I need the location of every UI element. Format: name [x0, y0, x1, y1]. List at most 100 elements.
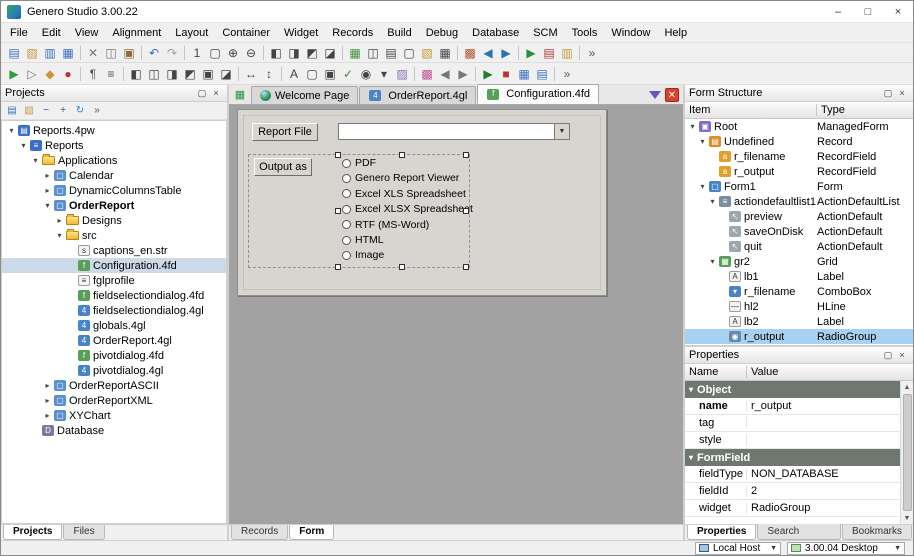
paste-icon[interactable]: ▣: [120, 44, 138, 61]
toolbar-overflow-1-icon[interactable]: »: [583, 44, 601, 61]
record-last-icon[interactable]: ▶: [454, 65, 472, 82]
editor-tab-form[interactable]: Form: [289, 525, 335, 540]
project-item-XYChart[interactable]: ▸ ▢ XYChart: [2, 408, 226, 423]
form-view-icon[interactable]: ▤: [533, 65, 551, 82]
widget-label-icon[interactable]: A: [285, 65, 303, 82]
project-item-fieldselectiondialog.4fd[interactable]: f fieldselectiondialog.4fd: [2, 288, 226, 303]
structure-item-quit[interactable]: ↖ quit ActionDefault: [685, 239, 913, 254]
output-as-label-widget[interactable]: Output as: [254, 158, 312, 176]
expander-icon[interactable]: ▾: [18, 141, 29, 150]
radio-option-pdf[interactable]: PDF: [342, 157, 376, 169]
panel-overflow-icon[interactable]: »: [89, 103, 105, 118]
radio-option-genero-report-viewer[interactable]: Genero Report Viewer: [342, 172, 459, 184]
align-bottom-icon[interactable]: ◪: [217, 65, 235, 82]
property-row-name[interactable]: name r_output: [685, 398, 913, 415]
properties-tab-properties[interactable]: Properties: [687, 525, 757, 540]
selection-handle[interactable]: [399, 264, 405, 270]
insert-group-icon[interactable]: ▢: [400, 44, 418, 61]
refresh-project-icon[interactable]: ↻: [72, 103, 88, 118]
structure-item-saveOnDisk[interactable]: ↖ saveOnDisk ActionDefault: [685, 224, 913, 239]
widget-checkbox-icon[interactable]: ✓: [339, 65, 357, 82]
property-row-tag[interactable]: tag: [685, 415, 913, 432]
collapse-all-icon[interactable]: −: [38, 103, 54, 118]
stop-badge-icon[interactable]: ■: [497, 65, 515, 82]
scroll-thumb[interactable]: [902, 394, 912, 511]
scroll-down-icon[interactable]: ▼: [901, 512, 914, 524]
widget-button-icon[interactable]: ▣: [321, 65, 339, 82]
project-item-OrderReport[interactable]: ▾ ▢ OrderReport: [2, 198, 226, 213]
report-file-combobox[interactable]: ▼: [338, 123, 570, 140]
desktop-dropdown-icon[interactable]: ▼: [894, 545, 901, 552]
filter-icon[interactable]: [649, 91, 661, 99]
editor-list-icon[interactable]: ▦: [232, 86, 248, 102]
editor-tab-welcome-page[interactable]: Welcome Page: [251, 86, 359, 104]
expander-icon[interactable]: ▸: [42, 186, 53, 195]
radio-option-html[interactable]: HTML: [342, 234, 384, 246]
structure-item-preview[interactable]: ↖ preview ActionDefault: [685, 209, 913, 224]
line-numbers-icon[interactable]: ≡: [102, 65, 120, 82]
save-file-icon[interactable]: ▥: [41, 44, 59, 61]
project-item-pivotdialog.4gl[interactable]: 4 pivotdialog.4gl: [2, 363, 226, 378]
combobox-dropdown-icon[interactable]: ▼: [554, 124, 569, 139]
structure-item-Root[interactable]: ▾ ▣ Root ManagedForm: [685, 119, 913, 134]
project-item-globals.4gl[interactable]: 4 globals.4gl: [2, 318, 226, 333]
menu-records[interactable]: Records: [325, 25, 380, 41]
expander-icon[interactable]: ▾: [30, 156, 41, 165]
property-value[interactable]: NON_DATABASE: [747, 468, 913, 480]
scroll-up-icon[interactable]: ▲: [901, 381, 914, 393]
project-item-OrderReportASCII[interactable]: ▸ ▢ OrderReportASCII: [2, 378, 226, 393]
align-bottom-edges-icon[interactable]: ◪: [321, 44, 339, 61]
properties-scrollbar[interactable]: ▲ ▼: [900, 381, 913, 524]
project-item-fglprofile[interactable]: ≡ fglprofile: [2, 273, 226, 288]
column-type[interactable]: Type: [817, 104, 845, 116]
project-item-Applications[interactable]: ▾ Applications: [2, 153, 226, 168]
expander-icon[interactable]: ▸: [42, 411, 53, 420]
menu-window[interactable]: Window: [604, 25, 657, 41]
menu-layout[interactable]: Layout: [168, 25, 215, 41]
menu-widget[interactable]: Widget: [277, 25, 325, 41]
menu-build[interactable]: Build: [380, 25, 418, 41]
radio-option-image[interactable]: Image: [342, 249, 384, 261]
project-item-Database[interactable]: D Database: [2, 423, 226, 438]
close-panel-button[interactable]: ×: [209, 87, 223, 100]
make-executable-icon[interactable]: ▶: [522, 44, 540, 61]
project-item-Designs[interactable]: ▸ Designs: [2, 213, 226, 228]
new-file-icon[interactable]: ▤: [5, 44, 23, 61]
align-top-edges-icon[interactable]: ◩: [303, 44, 321, 61]
record-next-icon[interactable]: ▶: [497, 44, 515, 61]
structure-item-hl2[interactable]: — hl2 HLine: [685, 299, 913, 314]
same-width-icon[interactable]: ↔: [242, 65, 260, 82]
expander-icon[interactable]: ▾: [687, 122, 698, 131]
structure-item-lb2[interactable]: Alb2 Label: [685, 314, 913, 329]
section-collapse-icon[interactable]: ▾: [689, 385, 693, 394]
expander-icon[interactable]: ▸: [42, 171, 53, 180]
build-icon[interactable]: ◆: [41, 65, 59, 82]
align-top-icon[interactable]: ◩: [181, 65, 199, 82]
structure-item-r_output[interactable]: a r_output RecordField: [685, 164, 913, 179]
stop-execution-icon[interactable]: ●: [59, 65, 77, 82]
selection-handle[interactable]: [399, 152, 405, 158]
maximize-button[interactable]: □: [853, 1, 883, 23]
menu-container[interactable]: Container: [215, 25, 277, 41]
projects-tab-projects[interactable]: Projects: [3, 525, 63, 540]
projects-tab-files[interactable]: Files: [63, 525, 105, 540]
property-section-formfield[interactable]: ▾ FormField: [685, 449, 913, 466]
table-view-icon[interactable]: ▦: [515, 65, 533, 82]
tab-order-icon[interactable]: 1: [188, 44, 206, 61]
project-item-Reports[interactable]: ▾ ≡ Reports: [2, 138, 226, 153]
close-editor-button[interactable]: ✕: [665, 88, 679, 102]
property-value[interactable]: 2: [747, 485, 913, 497]
column-name[interactable]: Name: [685, 366, 747, 378]
float-panel-button[interactable]: ▢: [195, 87, 209, 100]
project-item-fieldselectiondialog.4gl[interactable]: 4 fieldselectiondialog.4gl: [2, 303, 226, 318]
radio-option-rtf-ms-word-[interactable]: RTF (MS-Word): [342, 219, 429, 231]
group-colors-icon[interactable]: ▩: [418, 65, 436, 82]
menu-view[interactable]: View: [68, 25, 106, 41]
show-invisibles-icon[interactable]: ¶: [84, 65, 102, 82]
radio-option-excel-xlsx-spreadsheet[interactable]: Excel XLSX Spreadsheet: [342, 203, 473, 215]
expander-icon[interactable]: ▾: [54, 231, 65, 240]
selection-handle[interactable]: [335, 152, 341, 158]
minimize-button[interactable]: –: [823, 1, 853, 23]
copy-icon[interactable]: ◫: [102, 44, 120, 61]
expander-icon[interactable]: ▾: [707, 197, 718, 206]
